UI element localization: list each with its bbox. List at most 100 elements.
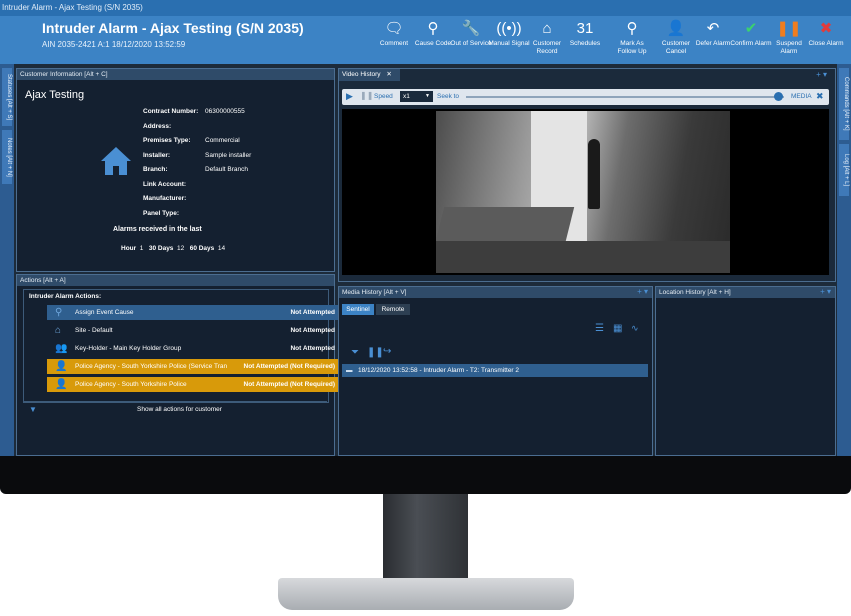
pause-icon[interactable]: ❚❚ — [367, 347, 384, 358]
actions-heading: Intruder Alarm Actions: — [29, 293, 102, 300]
seek-track[interactable] — [466, 96, 784, 98]
video-controls-bar: ▶ ❚❚ Speed x1 ▼ Seek to MEDIA ✖ — [342, 89, 829, 105]
field-label: Address: — [143, 122, 172, 130]
floor — [436, 241, 730, 273]
export-icon[interactable]: ↪ — [383, 346, 391, 357]
action-status: Not Attempted — [290, 309, 335, 316]
chevron-down-icon: ▼ — [425, 93, 430, 99]
action-name: Police Agency - South Yorkshire Police — [75, 381, 187, 388]
filter-icon[interactable]: ⏷ — [351, 347, 359, 358]
field-value: 06300000555 — [205, 108, 245, 115]
comment-button[interactable]: 🗨 Comment — [372, 18, 416, 62]
close-alarm-button[interactable]: ✖ Close Alarm — [804, 18, 848, 62]
mark-as-follow-up-button[interactable]: ⚲ Mark As Follow Up — [610, 18, 654, 62]
screen: Intruder Alarm - Ajax Testing (S/N 2035)… — [0, 0, 851, 456]
close-video-icon[interactable]: ✖ — [816, 91, 824, 102]
speed-select[interactable]: x1 ▼ — [400, 91, 433, 102]
actions-panel-header: Actions [Alt + A] — [17, 275, 334, 286]
field-value: Default Branch — [205, 166, 248, 173]
field-label: Panel Type: — [143, 209, 180, 217]
alarm-header: Intruder Alarm - Ajax Testing (S/N 2035)… — [0, 16, 851, 64]
30-days-label: 30 Days — [148, 245, 174, 252]
add-panel-icon[interactable]: + ▾ — [637, 287, 648, 296]
list-view-icon[interactable]: ☰ — [595, 323, 604, 334]
show-all-actions-link[interactable]: Show all actions for customer — [137, 406, 222, 413]
close-icon: ✖ — [819, 20, 833, 37]
hour-label: Hour — [121, 245, 137, 252]
media-history-header: Media History [Alt + V] — [339, 287, 652, 298]
statuses-tab[interactable]: Statuses [Alt + S] — [2, 68, 12, 126]
field-value: Sample installer — [205, 151, 252, 159]
play-icon[interactable]: ▶ — [346, 91, 353, 102]
log-tab[interactable]: Log [Alt + L] — [839, 144, 849, 196]
location-history-header: Location History [Alt + H] — [656, 287, 835, 298]
action-status: Not Attempted (Not Required) — [243, 381, 335, 388]
action-row[interactable]: ⚲ Assign Event Cause Not Attempted — [47, 305, 339, 320]
pause-icon[interactable]: ❚❚ — [360, 91, 373, 100]
users-icon: 👥 — [55, 343, 68, 354]
action-row[interactable]: ⌂ Site - Default Not Attempted — [47, 323, 339, 338]
add-panel-icon[interactable]: + ▾ — [816, 70, 827, 79]
action-status: Not Attempted (Not Required) — [243, 363, 335, 370]
schedules-button[interactable]: 31 Schedules — [563, 18, 607, 62]
notes-tab[interactable]: Notes [Alt + N] — [2, 130, 12, 184]
customer-panel-header: Customer Information [Alt + C] — [17, 69, 334, 80]
action-name: Site - Default — [75, 327, 113, 334]
window-title-bar: Intruder Alarm - Ajax Testing (S/N 2035) — [0, 0, 851, 16]
action-name: Police Agency - South Yorkshire Police (… — [75, 363, 228, 370]
action-row[interactable]: 👤 Police Agency - South Yorkshire Police N… — [47, 377, 339, 392]
intruder-figure — [588, 139, 600, 209]
video-camera-icon: ▬ — [346, 367, 353, 374]
left-side-tabs: Statuses [Alt + S] Notes [Alt + N] — [0, 64, 14, 456]
field-value: Commercial — [205, 137, 240, 144]
actions-panel: Actions [Alt + A] Intruder Alarm Actions… — [16, 274, 339, 456]
video-history-tab[interactable]: Video History ✕ — [339, 69, 400, 81]
media-entry-row[interactable]: ▬ 18/12/2020 13:52:58 - Intruder Alarm -… — [342, 364, 648, 377]
home-icon — [101, 147, 131, 175]
action-row[interactable]: 👥 Key-Holder - Main Key Holder Group Not A… — [47, 341, 339, 356]
hour-count: 1 — [139, 245, 144, 252]
action-status: Not Attempted — [290, 345, 335, 352]
location-history-panel: Location History [Alt + H] + ▾ — [655, 286, 836, 456]
alarm-counts: Hour 1 30 Days 12 60 Days 14 — [121, 245, 225, 252]
toolbar-label: Schedules — [569, 40, 601, 47]
action-name: Assign Event Cause — [75, 309, 134, 316]
video-history-tab-label: Video History — [342, 71, 381, 78]
monitor-chin — [0, 456, 851, 494]
60-days-count: 14 — [217, 245, 226, 252]
customer-information-panel: Customer Information [Alt + C] Ajax Test… — [16, 68, 335, 272]
alarm-title: Intruder Alarm - Ajax Testing (S/N 2035) — [42, 20, 304, 36]
follow-up-icon: ⚲ — [626, 20, 638, 37]
action-name: Key-Holder - Main Key Holder Group — [75, 345, 182, 352]
toolbar-label: Comment — [379, 40, 409, 47]
monitor-stand-neck — [383, 494, 468, 580]
toolbar-label: Close Alarm — [808, 40, 844, 47]
speed-value: x1 — [403, 93, 410, 100]
show-all-bar[interactable]: ▼ Show all actions for customer — [23, 401, 327, 418]
seek-handle[interactable] — [773, 92, 783, 101]
alarm-subtitle: AIN 2035-2421 A:1 18/12/2020 13:52:59 — [42, 40, 186, 49]
action-row[interactable]: 👤 Police Agency - South Yorkshire Police … — [47, 359, 339, 374]
camera-image — [436, 111, 730, 273]
action-status: Not Attempted — [290, 327, 335, 334]
60-days-label: 60 Days — [189, 245, 215, 252]
comment-icon: 🗨 — [384, 20, 404, 37]
grid-view-icon[interactable]: ▦ — [613, 323, 622, 334]
close-tab-icon[interactable]: ✕ — [386, 71, 391, 78]
add-panel-icon[interactable]: + ▾ — [820, 287, 831, 296]
customer-name: Ajax Testing — [25, 89, 85, 101]
alarms-heading: Alarms received in the last — [113, 226, 202, 233]
field-label: Installer: — [143, 151, 171, 159]
monitor-stand-base — [278, 578, 574, 610]
right-side-tabs: Commands [Alt + K] Log [Alt + L] — [837, 64, 851, 456]
commands-tab[interactable]: Commands [Alt + K] — [839, 68, 849, 140]
media-entry-text: 18/12/2020 13:52:58 - Intruder Alarm - T… — [358, 367, 520, 374]
field-label: Premises Type: — [143, 137, 191, 144]
sentinel-tab[interactable]: Sentinel — [342, 304, 374, 315]
waveform-icon[interactable]: ∿ — [631, 323, 639, 334]
speed-label: Speed — [374, 93, 393, 100]
field-label: Manufacturer: — [143, 195, 187, 202]
remote-tab[interactable]: Remote — [376, 304, 410, 315]
video-history-panel: Video History ✕ + ▾ ▶ ❚❚ Speed x1 ▼ Seek… — [338, 68, 836, 282]
30-days-count: 12 — [177, 245, 185, 252]
